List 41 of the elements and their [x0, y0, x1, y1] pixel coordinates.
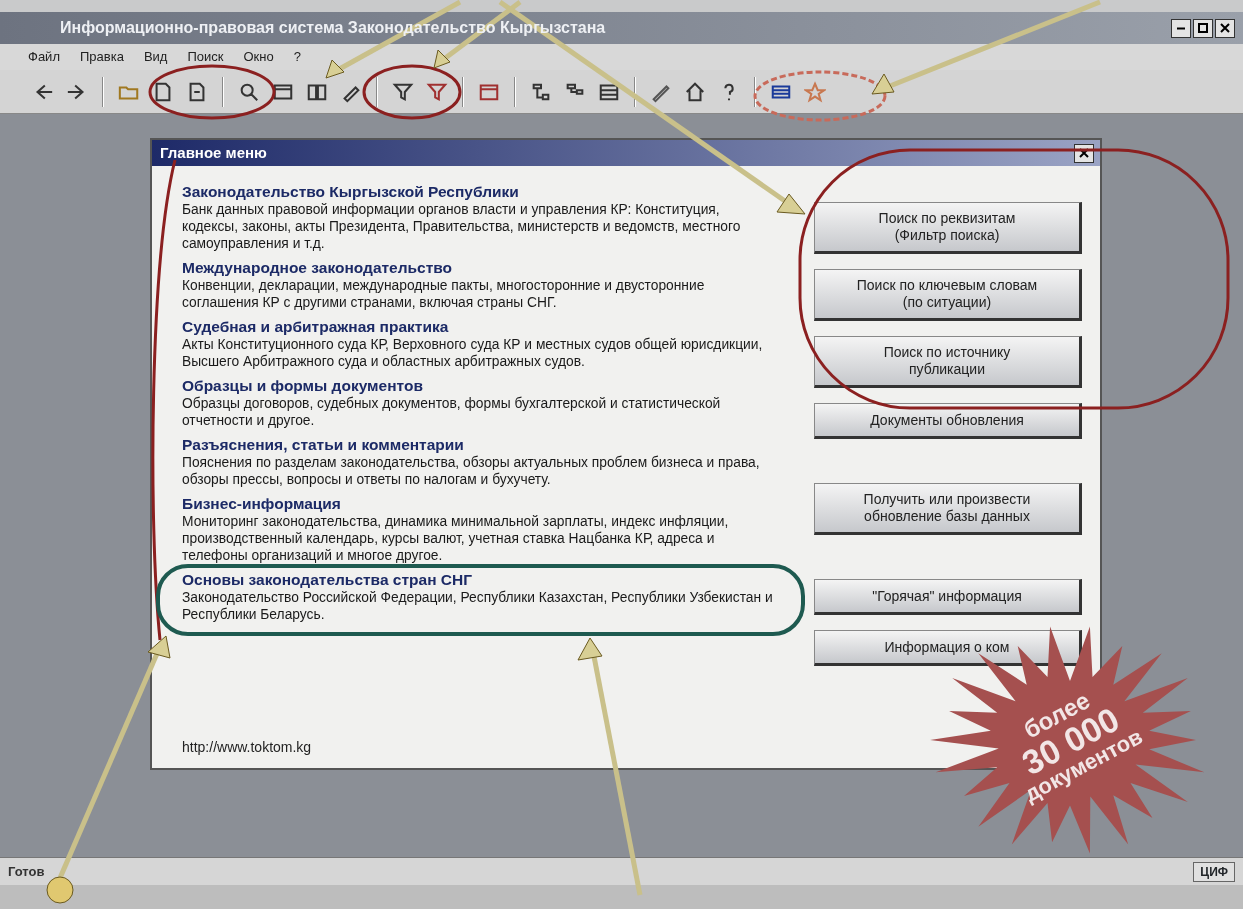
star-icon — [804, 80, 826, 103]
section-heading[interactable]: Бизнес-информация — [182, 494, 776, 513]
menu-button[interactable]: Поиск по ключевым словам (по ситуации) — [814, 269, 1082, 321]
menu-button[interactable]: Информация о ком — [814, 630, 1082, 666]
menu-button[interactable]: Получить или произвести обновление базы данных — [814, 483, 1082, 535]
section-description: Пояснения по разделам законодательства, обзоры актуальных проблем бизнеса и права, обзоры прессы, вопросы и ответы по налогам и бухучету. — [182, 454, 761, 488]
minimize-button[interactable] — [1171, 18, 1191, 38]
close-button[interactable] — [1215, 18, 1235, 38]
menu-item[interactable]: Вид — [135, 47, 176, 67]
section-description: Акты Конституционного суда КР, Верховного суда КР и местных судов общей юрисдикции, Высшего Арбитражного суда и областных арбитражных судов. — [182, 336, 764, 370]
menu-item[interactable]: Правка — [71, 47, 132, 67]
section-description: Банк данных правовой информации органов власти и управления КР: Конституция, кодексы, законы, акты Президента, Правительства, министерств и ведомств, местного самоуправления и т.д. — [182, 201, 742, 252]
menu-item[interactable]: ? — [285, 47, 309, 67]
maximize-icon — [1198, 23, 1208, 33]
status-indicator: ЦИФ — [1193, 861, 1235, 882]
home-icon — [684, 80, 706, 103]
minimize-icon — [1176, 26, 1186, 30]
annotation-dot — [46, 876, 74, 904]
menu-item[interactable]: Файл — [20, 47, 68, 67]
menu-button[interactable]: "Горячая" информация — [814, 579, 1082, 615]
menu-button[interactable]: Поиск по источнику публикации — [814, 336, 1082, 388]
section-description: Конвенции, декларации, международные пакты, многосторонние и двусторонние соглашения КР с другими странами, включая страны СНГ. — [182, 277, 706, 311]
website-link[interactable]: http://www.toktom.kg — [182, 737, 776, 758]
menu-button[interactable]: Документы обновления — [814, 403, 1082, 439]
status-text: Готов — [8, 862, 45, 881]
section-heading[interactable]: Основы законодательства стран СНГ — [182, 570, 776, 589]
close-icon — [1079, 148, 1089, 158]
menu-item[interactable]: Поиск — [179, 47, 232, 67]
section-description: Мониторинг законодательства, динамика минимальной зарплаты, индекс инфляции, производственный календарь, курсы валют, учетная ставка Нацбанка КР, адреса и телефоны организаций и многое другое. — [182, 513, 730, 564]
menu-item[interactable]: Окно — [235, 47, 282, 67]
section-description: Образцы договоров, судебных документов, формы бухгалтерской и статистической отчетности и другое. — [182, 395, 722, 429]
section-description: Законодательство Российской Федерации, Республики Казахстан, Республики Узбекистан и Республики Беларусь. — [182, 589, 774, 623]
maximize-button[interactable] — [1193, 18, 1213, 38]
section-heading[interactable]: Международное законодательство — [182, 258, 776, 277]
dialog-title: Главное меню — [160, 142, 267, 163]
section-heading[interactable]: Судебная и арбитражная практика — [182, 317, 776, 336]
section-heading[interactable]: Образцы и формы документов — [182, 376, 776, 395]
menu-button[interactable]: Поиск по реквизитам (Фильтр поиска) — [814, 202, 1082, 254]
close-icon — [1220, 23, 1230, 33]
section-heading[interactable]: Разъяснения, статьи и комментарии — [182, 435, 776, 454]
section-heading[interactable]: Законодательство Кыргызской Республики — [182, 182, 776, 201]
